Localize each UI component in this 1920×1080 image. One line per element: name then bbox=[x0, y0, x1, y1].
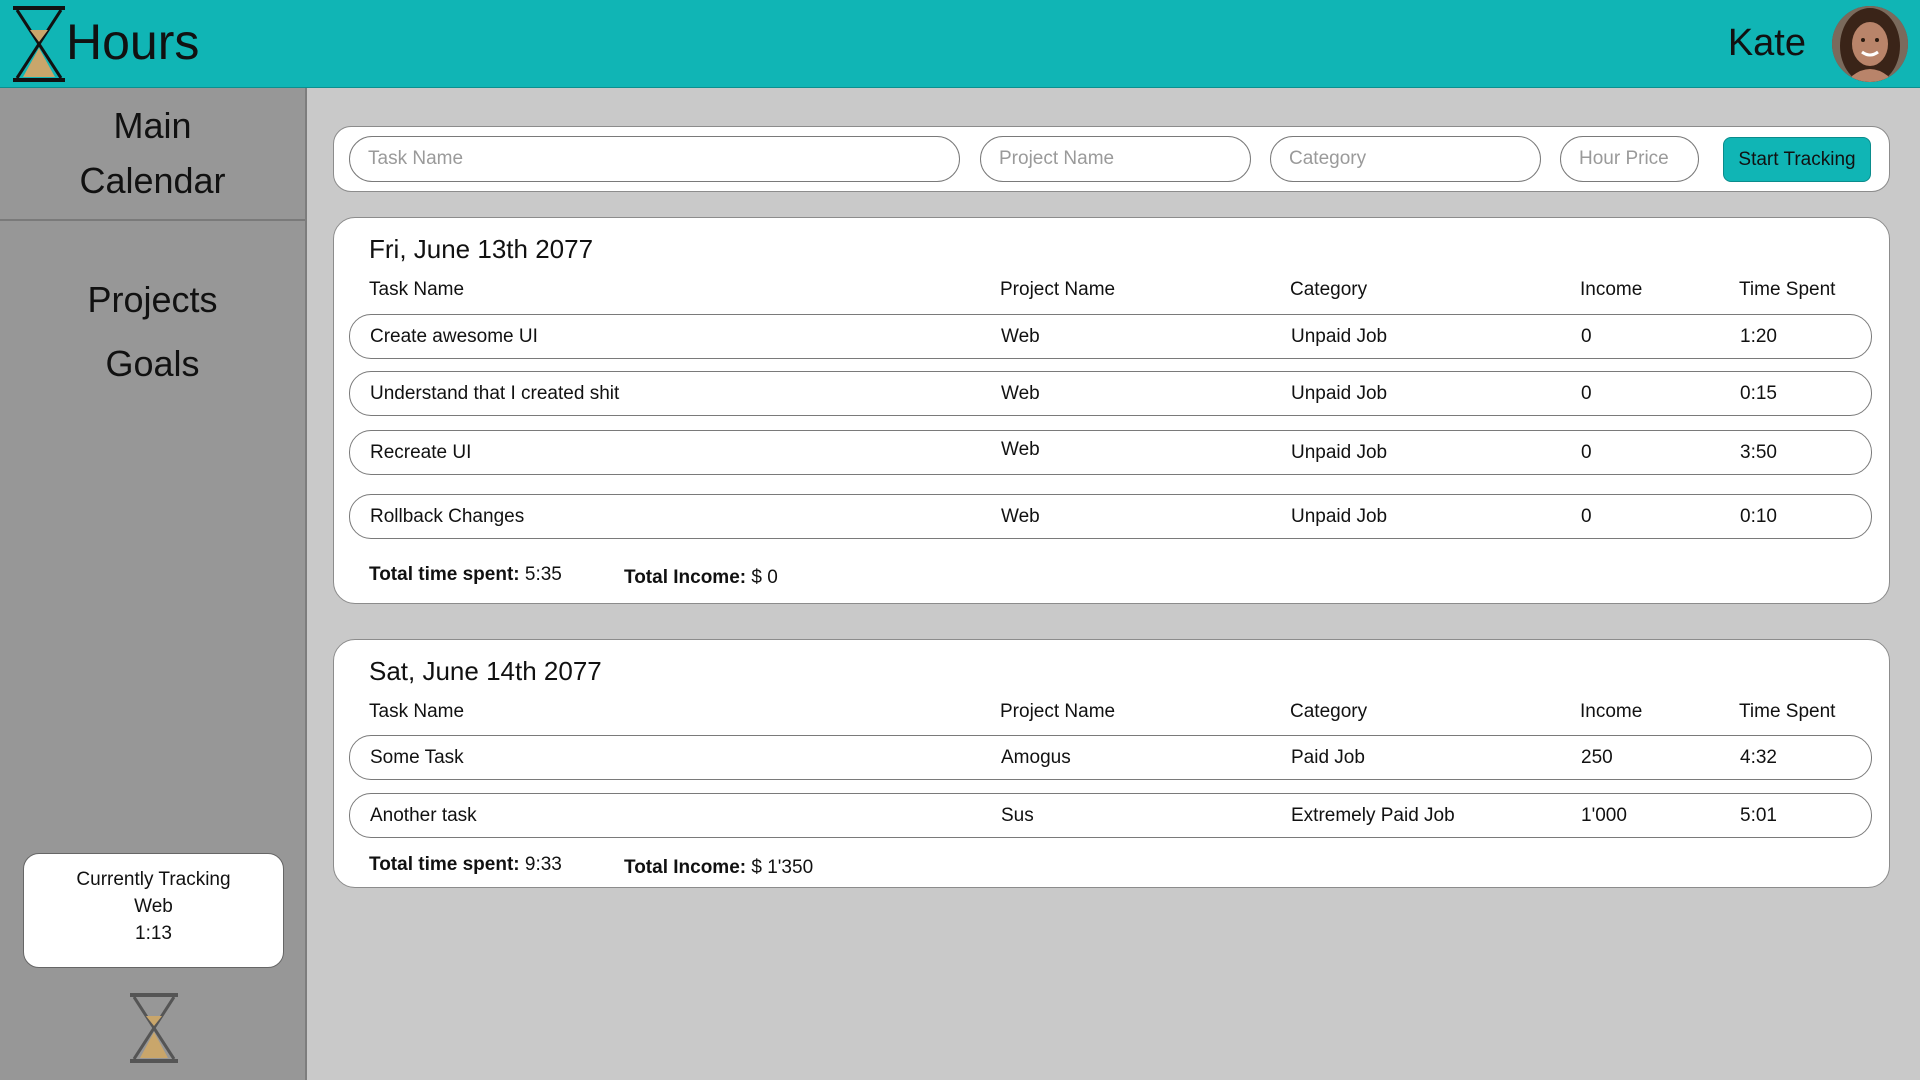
cell-income: 0 bbox=[1581, 442, 1592, 463]
avatar[interactable] bbox=[1832, 6, 1908, 82]
cell-time: 3:50 bbox=[1740, 442, 1777, 463]
tracking-label: Currently Tracking bbox=[76, 869, 231, 890]
hour-price-input[interactable] bbox=[1560, 136, 1699, 182]
currently-tracking-card[interactable]: Currently Tracking Web 1:13 bbox=[23, 853, 284, 968]
column-header-time: Time Spent bbox=[1739, 279, 1836, 300]
sidebar-item-goals[interactable]: Goals bbox=[0, 342, 305, 386]
day-totals: Total time spent: 5:35 Total Income: $ 0 bbox=[334, 562, 1889, 588]
cell-task: Create awesome UI bbox=[370, 326, 538, 347]
total-time: Total time spent: 5:35 bbox=[369, 562, 562, 588]
day-date: Fri, June 13th 2077 bbox=[369, 234, 594, 264]
start-tracking-button[interactable]: Start Tracking bbox=[1723, 137, 1871, 182]
cell-category: Unpaid Job bbox=[1291, 326, 1388, 347]
app-header: Hours Kate bbox=[0, 0, 1920, 88]
cell-time: 0:10 bbox=[1740, 506, 1777, 527]
cell-category: Unpaid Job bbox=[1291, 506, 1388, 527]
cell-project: Web bbox=[1001, 439, 1040, 460]
user-name[interactable]: Kate bbox=[1728, 18, 1806, 68]
total-time-label: Total time spent: bbox=[369, 564, 520, 585]
total-income-label: Total Income: bbox=[624, 567, 747, 588]
cell-category: Paid Job bbox=[1291, 747, 1365, 768]
total-time-value: 9:33 bbox=[524, 854, 562, 875]
cell-category: Extremely Paid Job bbox=[1291, 805, 1455, 826]
cell-time: 1:20 bbox=[1740, 326, 1777, 347]
app-title: Hours bbox=[66, 14, 200, 70]
total-time: Total time spent: 9:33 bbox=[369, 852, 562, 878]
hourglass-logo-icon bbox=[13, 6, 65, 82]
day-totals: Total time spent: 9:33 Total Income: $ 1… bbox=[334, 852, 1889, 878]
day-card: Sat, June 14th 2077 Task Name Project Na… bbox=[333, 639, 1890, 888]
cell-task: Another task bbox=[370, 805, 477, 826]
sidebar-item-main[interactable]: Main bbox=[0, 104, 305, 148]
sidebar-primary-nav: Main Calendar bbox=[0, 88, 305, 221]
cell-project: Amogus bbox=[1001, 747, 1071, 768]
task-name-input[interactable] bbox=[349, 136, 960, 182]
sidebar-item-calendar[interactable]: Calendar bbox=[0, 159, 305, 203]
table-row[interactable]: Rollback Changes Web Unpaid Job 0 0:10 bbox=[349, 494, 1872, 539]
cell-project: Web bbox=[1001, 326, 1040, 347]
column-header-income: Income bbox=[1580, 279, 1643, 300]
column-header-task: Task Name bbox=[369, 701, 465, 722]
project-name-input[interactable] bbox=[980, 136, 1251, 182]
table-header: Task Name Project Name Category Income T… bbox=[334, 278, 1889, 302]
cell-task: Rollback Changes bbox=[370, 506, 525, 527]
table-row[interactable]: Another task Sus Extremely Paid Job 1'00… bbox=[349, 793, 1872, 838]
total-income-value: $ 0 bbox=[751, 567, 778, 588]
cell-income: 1'000 bbox=[1581, 805, 1627, 826]
sidebar-item-projects[interactable]: Projects bbox=[0, 278, 305, 322]
total-income: Total Income: $ 0 bbox=[624, 565, 778, 591]
total-income-label: Total Income: bbox=[624, 857, 747, 878]
cell-time: 4:32 bbox=[1740, 747, 1777, 768]
cell-task: Recreate UI bbox=[370, 442, 472, 463]
hourglass-icon bbox=[130, 993, 178, 1063]
sidebar: Main Calendar Projects Goals Currently T… bbox=[0, 88, 307, 1080]
cell-category: Unpaid Job bbox=[1291, 442, 1388, 463]
tracking-project: Web bbox=[134, 896, 173, 917]
table-row[interactable]: Some Task Amogus Paid Job 250 4:32 bbox=[349, 735, 1872, 780]
total-income: Total Income: $ 1'350 bbox=[624, 855, 813, 881]
cell-project: Web bbox=[1001, 506, 1040, 527]
column-header-category: Category bbox=[1290, 701, 1368, 722]
table-row[interactable]: Recreate UI Web Unpaid Job 0 3:50 bbox=[349, 430, 1872, 475]
column-header-task: Task Name bbox=[369, 279, 465, 300]
cell-task: Some Task bbox=[370, 747, 464, 768]
cell-time: 5:01 bbox=[1740, 805, 1777, 826]
cell-project: Sus bbox=[1001, 805, 1034, 826]
table-row[interactable]: Create awesome UI Web Unpaid Job 0 1:20 bbox=[349, 314, 1872, 359]
cell-income: 0 bbox=[1581, 383, 1592, 404]
column-header-time: Time Spent bbox=[1739, 701, 1836, 722]
cell-income: 250 bbox=[1581, 747, 1613, 768]
cell-income: 0 bbox=[1581, 326, 1592, 347]
column-header-income: Income bbox=[1580, 701, 1643, 722]
user-avatar-icon bbox=[1832, 6, 1908, 82]
total-time-value: 5:35 bbox=[524, 564, 562, 585]
cell-task: Understand that I created shit bbox=[370, 383, 620, 404]
cell-income: 0 bbox=[1581, 506, 1592, 527]
table-row[interactable]: Understand that I created shit Web Unpai… bbox=[349, 371, 1872, 416]
total-time-label: Total time spent: bbox=[369, 854, 520, 875]
day-card: Fri, June 13th 2077 Task Name Project Na… bbox=[333, 217, 1890, 604]
column-header-project: Project Name bbox=[1000, 701, 1116, 722]
category-input[interactable] bbox=[1270, 136, 1541, 182]
column-header-project: Project Name bbox=[1000, 279, 1116, 300]
day-date: Sat, June 14th 2077 bbox=[369, 656, 602, 686]
total-income-value: $ 1'350 bbox=[751, 857, 814, 878]
cell-time: 0:15 bbox=[1740, 383, 1777, 404]
table-header: Task Name Project Name Category Income T… bbox=[334, 700, 1889, 724]
column-header-category: Category bbox=[1290, 279, 1368, 300]
cell-project: Web bbox=[1001, 383, 1040, 404]
cell-category: Unpaid Job bbox=[1291, 383, 1388, 404]
tracking-form: Start Tracking bbox=[333, 126, 1890, 192]
tracking-time: 1:13 bbox=[135, 923, 172, 944]
